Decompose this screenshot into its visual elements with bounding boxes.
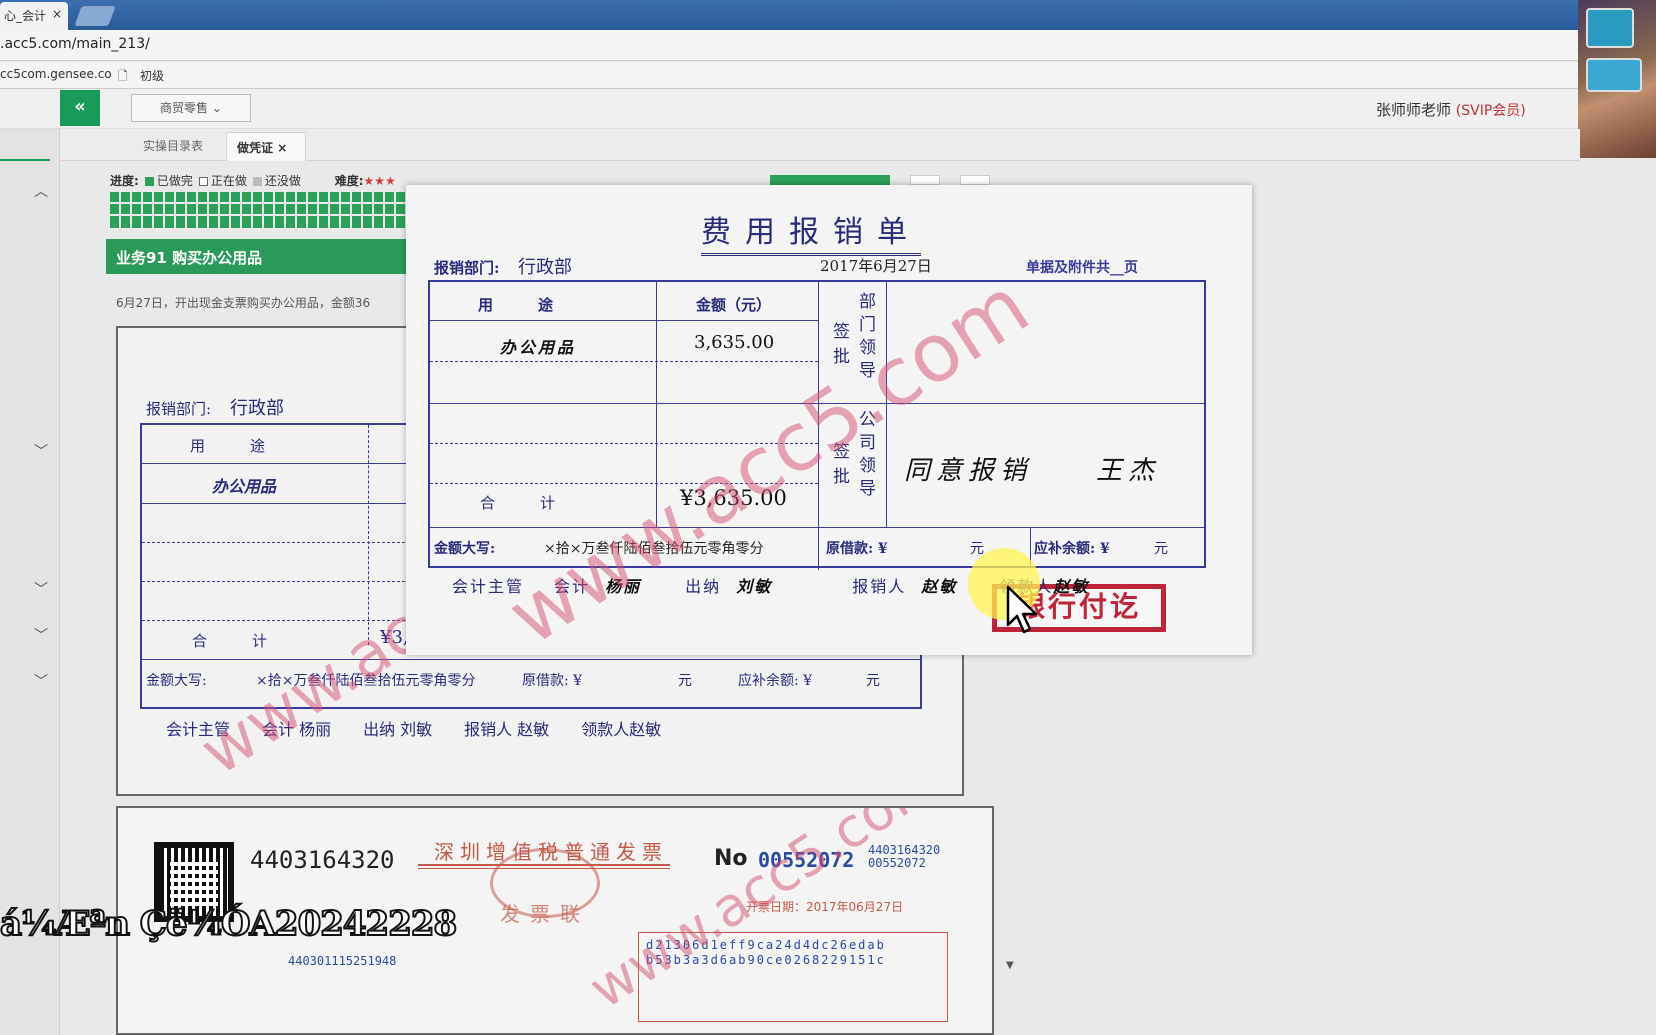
col-amount-header: 金额（元） [696, 296, 772, 314]
browser-tab[interactable]: 心_会计 × [0, 2, 68, 30]
tab-title: 心_会计 [4, 9, 47, 23]
new-tab-button[interactable] [74, 6, 116, 26]
legend-todo: 还没做 [264, 174, 301, 188]
done-swatch [144, 177, 154, 186]
bg-loan-label: 原借款: ¥ [522, 673, 583, 689]
collapse-sidebar-button[interactable]: « [60, 90, 100, 126]
daxie-label: 金额大写: [434, 541, 496, 557]
progress-label: 进度: [110, 174, 139, 188]
bg-daxie: ×拾×万叁仟陆佰叁拾伍元零角零分 [256, 673, 476, 689]
address-bar[interactable] [0, 30, 1580, 61]
bookmark-chuji[interactable]: 初级 [140, 67, 164, 84]
item-use: 办公用品 [500, 338, 577, 357]
chevron-up-icon[interactable]: ︿ [34, 181, 48, 201]
bg-col-use: 用 途 [190, 437, 266, 455]
task-title: 业务91 购买办公用品 [106, 239, 406, 274]
progress-grid[interactable] [110, 192, 410, 228]
item-amount: 3,635.00 [694, 332, 775, 353]
action-button[interactable] [770, 175, 890, 185]
industry-select-value: 商贸零售 [160, 101, 209, 115]
invoice-date: 开票日期：2017年06月27日 [746, 900, 904, 914]
total-label: 合 计 [480, 494, 556, 512]
company-leader-label: 公司领导 [855, 410, 875, 502]
approval-handwriting: 同意报销 王杰 [904, 456, 1161, 486]
browser-tab-bar [0, 0, 1580, 30]
invoice-small-code: 4403164320 00552072 [868, 843, 941, 870]
tab-close-icon[interactable]: × [52, 7, 62, 21]
bg-dept: 行政部 [230, 398, 284, 419]
tool-button[interactable] [910, 175, 940, 185]
cashier-label: 出纳 [685, 577, 722, 596]
voucher-title: 费用报销单 [701, 207, 921, 256]
daxie-value: ×拾×万叁仟陆佰叁拾伍元零角零分 [544, 541, 764, 557]
bookmarks-bar: cc5com.gensee.co 🗋 初级 [0, 62, 1580, 89]
legend-doing: 正在做 [210, 174, 247, 188]
tool-button[interactable] [960, 175, 990, 185]
loan-label: 原借款: ¥ [826, 541, 888, 557]
user-badge: (SVIP会员) [1455, 103, 1526, 119]
doing-swatch [198, 177, 208, 186]
balance-label: 应补余额: ¥ [1034, 541, 1110, 557]
company-leader-sign-label: 签批 [829, 442, 849, 492]
task-description: 6月27日，开出现金支票购买办公用品，金额36 [116, 296, 371, 310]
claimant-sign: 赵敏 [921, 577, 958, 596]
industry-select[interactable]: 商贸零售 ⌄ [131, 94, 251, 122]
voucher-popup[interactable]: 费用报销单 报销部门: 行政部 2017年6月27日 单据及附件共__页 用 途… [406, 185, 1252, 663]
bg-daxie-label: 金额大写: [146, 673, 207, 689]
difficulty-stars: ★★★ [363, 174, 396, 188]
bg-dept-label: 报销部门: [146, 400, 212, 418]
invoice-copy: 发票联 [500, 902, 590, 926]
voucher-date: 2017年6月27日 [820, 257, 932, 275]
chevron-down-icon[interactable]: ﹀ [34, 671, 48, 691]
tab-voucher[interactable]: 做凭证 × [226, 132, 306, 161]
invoice-code: 4403164320 [250, 846, 395, 874]
balance-yuan: 元 [1154, 541, 1168, 557]
chevron-down-icon[interactable]: ﹀ [34, 441, 48, 461]
bg-signers: 会计主管 会计 杨丽 出纳 刘敏 报销人 赵敏 领款人赵敏 [166, 720, 662, 739]
difficulty-label: 难度: [334, 174, 364, 188]
close-icon[interactable]: × [277, 141, 287, 155]
overlay-caption: á¼Æªn Çë¼ÓA20242228 [0, 903, 458, 945]
bookmark-gensee[interactable]: cc5com.gensee.co [0, 67, 112, 81]
dept-leader-sign-label: 签批 [829, 322, 849, 372]
receiver-sign: 赵敏 [1053, 577, 1090, 596]
cashier-sign: 刘敏 [736, 577, 773, 596]
total-amount: ¥3,635.00 [680, 486, 787, 510]
mouse-pointer-icon [1006, 585, 1038, 634]
user-info[interactable]: 张师师老师 (SVIP会员) [1376, 99, 1526, 120]
chevron-down-icon[interactable]: ﹀ [34, 579, 48, 599]
page-icon: 🗋 [118, 69, 128, 83]
scroll-down-icon[interactable]: ▼ [1006, 960, 1014, 971]
chevron-down-icon: ⌄ [211, 101, 222, 115]
left-sidebar: ︿ ﹀ ﹀ ﹀ ﹀ [0, 129, 60, 1035]
tab-voucher-label: 做凭证 [237, 141, 274, 155]
dept-leader-label: 部门领导 [855, 292, 875, 384]
dept-value: 行政部 [518, 257, 572, 278]
claimant-label: 报销人 [852, 577, 907, 596]
webcam-overlay [1578, 0, 1656, 158]
bg-yuan: 元 [678, 673, 692, 689]
user-name: 张师师老师 [1376, 101, 1452, 119]
invoice-number: 00552072 [758, 848, 855, 872]
invoice-no-label: No [714, 846, 748, 871]
url-text[interactable]: .acc5.com/main_213/ [0, 36, 150, 52]
bg-yuan: 元 [866, 673, 880, 689]
col-use-header: 用 途 [478, 296, 554, 314]
dept-label: 报销部门: [434, 259, 500, 277]
attachments-count: 单据及附件共__页 [1026, 260, 1138, 276]
invoice-tax-id: 440301115251948 [288, 954, 397, 968]
todo-swatch [252, 177, 262, 186]
progress-legend: 进度: 已做完 正在做 还没做 难度:★★★ [110, 172, 396, 189]
legend-done: 已做完 [156, 174, 193, 188]
chevron-down-icon[interactable]: ﹀ [34, 625, 48, 645]
invoice-cipher: d21306d1eff9ca24d4dc26edab b53b3a3d6ab90c… [646, 938, 886, 967]
tab-catalog[interactable]: 实操目录表 [143, 137, 203, 154]
accountant-sign: 杨丽 [605, 577, 642, 596]
accountant-label: 会计 [554, 577, 591, 596]
bg-item: 办公用品 [212, 477, 277, 496]
bg-total-label: 合 计 [192, 632, 268, 650]
bg-balance-label: 应补余额: ¥ [738, 673, 813, 689]
voucher-table: 用 途 金额（元） 签批 部门领导 签批 公司领导 办公用品 3,635.00 … [428, 280, 1206, 632]
supervisor-label: 会计主管 [452, 577, 525, 596]
